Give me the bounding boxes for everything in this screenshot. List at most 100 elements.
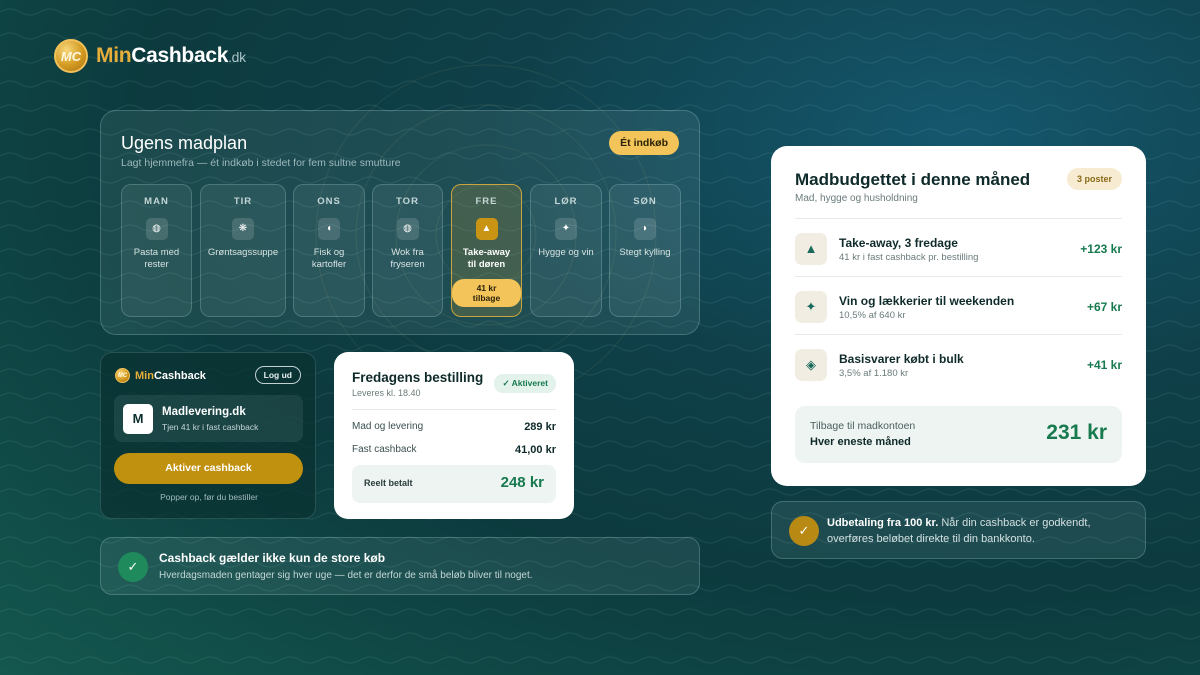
budget-item-desc: 41 kr i fast cashback pr. bestilling (839, 252, 979, 263)
single-purchase-badge: Ét indkøb (609, 131, 679, 155)
budget-item-name: Vin og lækkerier til weekenden (839, 294, 1015, 308)
shop-offer: Tjen 41 kr i fast cashback (162, 422, 259, 432)
order-row-label: Mad og levering (352, 421, 424, 432)
meal-name: Grøntsagssuppe (207, 247, 279, 258)
takeaway-icon: ▲ (475, 218, 498, 240)
budget-item-value: +123 kr (1080, 242, 1122, 256)
activate-cashback-button[interactable]: Aktiver cashback (114, 453, 303, 484)
day-card-mon[interactable]: MAN ◍ Pasta med rester (121, 184, 192, 317)
check-circle-icon: ✓ (118, 552, 148, 582)
order-delivery-time: Leveres kl. 18.40 (352, 388, 421, 398)
diamond-icon: ◈ (795, 349, 827, 381)
order-row-cashback: Fast cashback 41,00 kr (352, 444, 556, 456)
day-name: LØR (554, 196, 578, 207)
budget-total-sublabel: Hver eneste måned (810, 436, 911, 448)
shop-logo-icon: M (123, 404, 153, 434)
meal-icon: ◍ (145, 218, 168, 240)
brand-name-min: Min (96, 44, 132, 67)
order-row-value: 289 kr (524, 421, 556, 433)
budget-item-takeaway: ▲ Take-away, 3 fredage 41 kr i fast cash… (795, 218, 1122, 276)
coin-logo-icon: MC (54, 39, 88, 73)
info-text: Hverdagsmaden gentager sig hver uge — de… (159, 570, 533, 581)
cashback-extension-popup: MC MinCashback Log ud M Madlevering.dk T… (100, 352, 316, 519)
budget-item-desc: 3,5% af 1.180 kr (839, 368, 909, 379)
day-name: TOR (396, 196, 419, 207)
day-name: SØN (633, 196, 657, 207)
order-row-value: 41,00 kr (515, 444, 556, 456)
day-name: MAN (144, 196, 169, 207)
coin-logo-icon: MC (115, 368, 130, 383)
day-name: TIR (233, 196, 253, 207)
activated-badge: ✓ Aktiveret (494, 374, 556, 393)
payout-info: ✓ Udbetaling fra 100 kr. Når din cashbac… (771, 501, 1146, 559)
entries-count-badge: 3 poster (1066, 168, 1122, 190)
order-title: Fredagens bestilling (352, 370, 484, 385)
extension-brand: MinCashback (135, 370, 206, 382)
shop-card: M Madlevering.dk Tjen 41 kr i fast cashb… (114, 395, 303, 442)
extension-brand-min: Min (135, 369, 154, 382)
budget-subtitle: Mad, hygge og husholdning (795, 193, 918, 204)
day-card-wed[interactable]: ONS ◖ Fisk og kartofler (293, 184, 365, 317)
meal-icon: ◖ (318, 218, 340, 240)
meal-icon: ◍ (396, 218, 419, 240)
payout-text: Udbetaling fra 100 kr. Når din cashback … (827, 515, 1132, 547)
budget-item-value: +67 kr (1086, 300, 1122, 314)
budget-item-desc: 10,5% af 640 kr (839, 310, 906, 321)
meal-plan-subtitle: Lagt hjemmefra — ét indkøb i stedet for … (121, 157, 401, 169)
friday-order-card: Fredagens bestilling Leveres kl. 18.40 ✓… (334, 352, 574, 519)
meal-icon: ✦ (555, 218, 577, 240)
budget-item-value: +41 kr (1086, 358, 1122, 372)
meal-icon: ◗ (634, 218, 656, 240)
meal-name: Hygge og vin (538, 247, 594, 258)
order-total: Reelt betalt 248 kr (352, 465, 556, 503)
meal-name: Pasta med rester (133, 247, 180, 270)
divider (352, 409, 556, 410)
logout-button[interactable]: Log ud (254, 366, 301, 384)
brand-tld: .dk (228, 49, 246, 65)
day-card-thu[interactable]: TOR ◍ Wok fra fryseren (372, 184, 443, 317)
budget-total-value: 231 kr (1046, 421, 1107, 444)
shop-name: Madlevering.dk (162, 406, 246, 418)
sparkle-icon: ✦ (795, 291, 827, 323)
info-title: Cashback gælder ikke kun de store køb (159, 551, 386, 565)
meal-icon: ❋ (232, 218, 254, 240)
budget-item-bulk: ◈ Basisvarer købt i bulk 3,5% af 1.180 k… (795, 334, 1122, 392)
activated-label: Aktiveret (511, 378, 548, 388)
check-circle-icon: ✓ (789, 516, 819, 546)
day-card-tue[interactable]: TIR ❋ Grøntsagssuppe (200, 184, 286, 317)
budget-item-wine: ✦ Vin og lækkerier til weekenden 10,5% a… (795, 276, 1122, 334)
budget-title: Madbudgettet i denne måned (795, 170, 1031, 189)
day-name: ONS (317, 196, 341, 207)
payout-threshold: Udbetaling fra 100 kr. (827, 517, 939, 529)
brand-wordmark: MinCashback.dk (96, 44, 246, 68)
meal-name: Fisk og kartofler (311, 247, 347, 270)
small-purchases-info: ✓ Cashback gælder ikke kun de store køb … (100, 537, 700, 595)
weekday-list: MAN ◍ Pasta med rester TIR ❋ Grøntsagssu… (121, 184, 681, 317)
takeaway-icon: ▲ (795, 233, 827, 265)
order-row-food: Mad og levering 289 kr (352, 421, 556, 433)
budget-item-name: Take-away, 3 fredage (839, 236, 958, 250)
meal-name: Wok fra fryseren (390, 247, 425, 270)
extension-note: Popper op, før du bestiller (160, 492, 258, 502)
meal-plan-title: Ugens madplan (121, 133, 248, 153)
budget-total: Tilbage til madkontoen Hver eneste måned… (795, 406, 1122, 463)
check-icon: ✓ (502, 378, 512, 388)
brand-name-cashback: Cashback (131, 44, 229, 67)
order-total-value: 248 kr (500, 474, 544, 491)
meal-name: Stegt kylling (619, 247, 671, 258)
extension-logo: MC MinCashback (115, 368, 206, 383)
day-card-fri[interactable]: FRE ▲ Take-away til døren 41 kr tilbage (451, 184, 522, 317)
extension-brand-cashback: Cashback (153, 369, 206, 382)
day-card-sun[interactable]: SØN ◗ Stegt kylling (609, 184, 681, 317)
meal-plan-panel: Ugens madplan Lagt hjemmefra — ét indkøb… (100, 110, 700, 335)
order-row-label: Fast cashback (352, 444, 417, 455)
day-name: FRE (475, 196, 498, 207)
day-card-sat[interactable]: LØR ✦ Hygge og vin (530, 184, 602, 317)
meal-name: Take-away til døren (462, 247, 511, 270)
monthly-budget-card: Madbudgettet i denne måned Mad, hygge og… (771, 146, 1146, 486)
brand-logo[interactable]: MC MinCashback.dk (54, 39, 246, 73)
budget-item-name: Basisvarer købt i bulk (839, 352, 964, 366)
cashback-badge: 41 kr tilbage (452, 279, 521, 307)
budget-total-label: Tilbage til madkontoen (810, 420, 916, 432)
order-total-label: Reelt betalt (364, 478, 413, 488)
